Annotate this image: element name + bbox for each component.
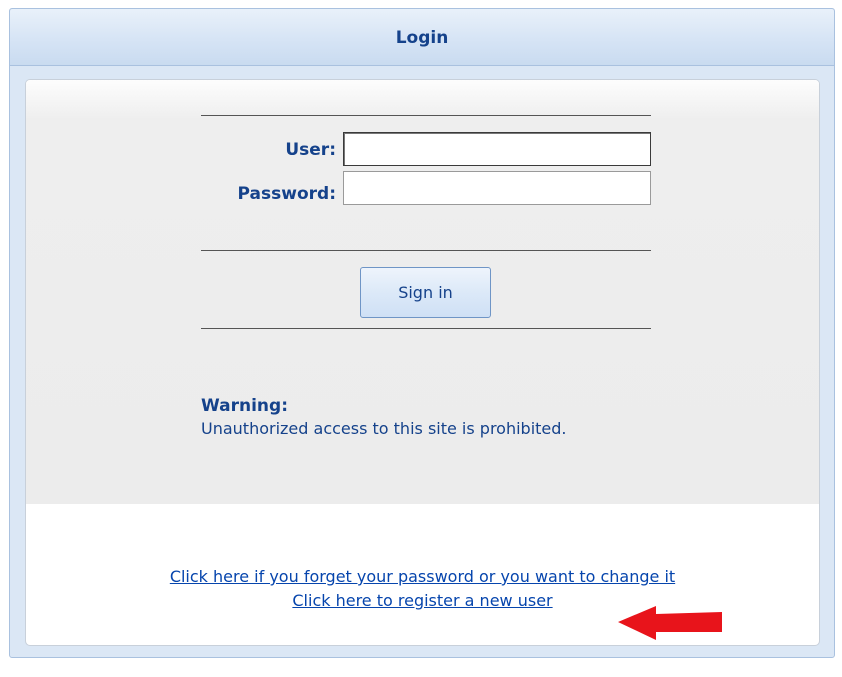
divider-bottom bbox=[201, 328, 651, 329]
user-input[interactable] bbox=[343, 132, 651, 166]
warning-text: Unauthorized access to this site is proh… bbox=[201, 419, 567, 438]
sign-in-button[interactable]: Sign in bbox=[360, 267, 491, 318]
panel-body: User: Password: Sign in Warning: Unautho… bbox=[25, 79, 820, 646]
divider-top bbox=[201, 115, 651, 116]
panel-title: Login bbox=[395, 28, 449, 48]
warning-title: Warning: bbox=[201, 396, 289, 416]
red-arrow-left-icon bbox=[618, 606, 722, 640]
login-form: User: Password: Sign in Warning: Unautho… bbox=[26, 80, 819, 504]
divider-middle bbox=[201, 250, 651, 251]
user-label: User: bbox=[285, 140, 336, 160]
password-input[interactable] bbox=[343, 171, 651, 205]
arrow-shape bbox=[618, 606, 722, 640]
forgot-password-link[interactable]: Click here if you forget your password o… bbox=[26, 567, 819, 586]
panel-header: Login bbox=[10, 9, 834, 66]
password-label: Password: bbox=[237, 184, 336, 204]
login-panel: Login User: Password: Sign in Warning: U… bbox=[9, 8, 835, 658]
